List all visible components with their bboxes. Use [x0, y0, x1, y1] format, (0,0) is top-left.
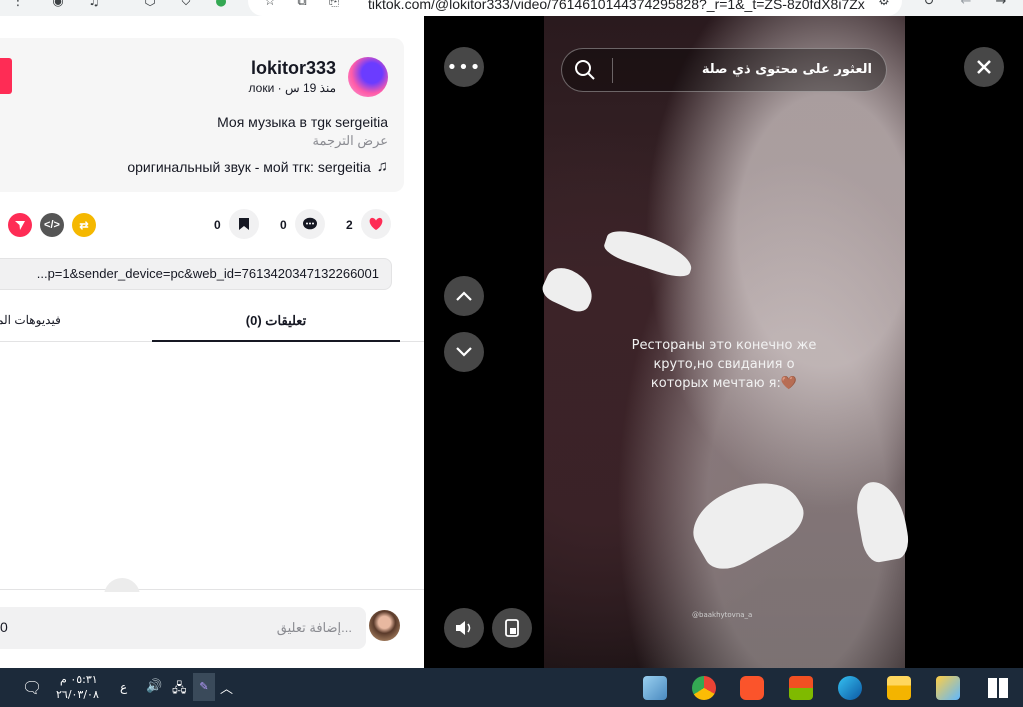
close-button[interactable]: [964, 47, 1004, 87]
forward-disabled-icon[interactable]: ←: [958, 0, 974, 10]
notifications-icon[interactable]: 🗨: [22, 678, 42, 697]
address-bar[interactable]: ☆ ⧉ ⎘ tiktok.com/@lokitor333/video/76146…: [248, 0, 902, 16]
caption-line: круто,но свидания о: [653, 357, 795, 372]
author-avatar[interactable]: [348, 57, 388, 97]
video-watermark: @baakhytovna_a: [692, 611, 753, 619]
app-icon-notes[interactable]: [643, 676, 667, 700]
sound-link[interactable]: оригинальный звук - мой тгк: sergeitia ♫: [127, 158, 388, 175]
clock-time[interactable]: ٠٥:٣١ م: [60, 673, 98, 686]
store-icon[interactable]: [789, 676, 813, 700]
like-button[interactable]: [361, 209, 391, 239]
search-icon: [575, 60, 595, 80]
tab-bar: فيديوهات المبدع (0) تعليقات: [0, 306, 424, 342]
previous-video-button[interactable]: [444, 276, 484, 316]
save-count: 0: [214, 218, 221, 232]
edge-icon[interactable]: [838, 676, 862, 700]
input-language[interactable]: ع: [120, 680, 127, 694]
file-explorer-icon[interactable]: [887, 676, 911, 700]
video-shoe-shape: [681, 463, 813, 579]
app-icon-game[interactable]: [936, 676, 960, 700]
see-translation-link[interactable]: عرض الترجمة: [313, 133, 388, 149]
shield-icon[interactable]: ⛉: [178, 0, 194, 10]
author-username[interactable]: lokitor333: [251, 58, 336, 79]
speaker-icon: [456, 621, 471, 635]
extensions-icon[interactable]: ⬡: [142, 0, 158, 10]
more-icon: •••: [446, 56, 482, 78]
author-meta: локи · منذ 19 س: [248, 81, 336, 95]
caption-line: Рестораны это конечно же: [631, 338, 817, 353]
menu-icon[interactable]: ⋮: [10, 0, 26, 10]
music-note-icon: ♫: [376, 158, 388, 175]
clock-date[interactable]: ٢٦/٠٣/٠٨: [56, 688, 99, 701]
user-avatar[interactable]: [369, 610, 400, 641]
star-icon[interactable]: ☆: [262, 0, 278, 10]
chrome-icon[interactable]: [692, 676, 716, 700]
bookmark-button[interactable]: [229, 209, 259, 239]
heart-icon: [369, 217, 383, 230]
tab-creator-videos[interactable]: فيديوهات المبدع: [0, 313, 61, 327]
browser-toolbar: ⋮ ◉ ♫ ⬡ ⛉ ● ☆ ⧉ ⎘ tiktok.com/@lokitor333…: [0, 0, 1023, 16]
caption-line: которых мечтаю я:🤎: [650, 376, 798, 391]
video-player-panel: Рестораны это конечно же круто,но свидан…: [424, 16, 1023, 668]
comment-count: 0: [280, 218, 287, 232]
send-icon[interactable]: [8, 213, 32, 237]
video-shoe-shape: [538, 262, 600, 316]
post-info-panel: lokitor333 локи · منذ 19 س Моя музыка в …: [0, 16, 424, 668]
show-hidden-icons[interactable]: ︿: [220, 678, 233, 697]
close-icon: [977, 60, 991, 74]
forward-icon[interactable]: →: [993, 0, 1009, 10]
comment-composer: 0 إضافة تعليق...: [0, 578, 424, 668]
os-taskbar: 🗨 ٠٥:٣١ م ٢٦/٠٣/٠٨ ع 🔊 🖧 ✎ ︿: [0, 668, 1023, 707]
location-icon[interactable]: ●: [213, 0, 229, 10]
network-icon[interactable]: 🖧: [172, 679, 187, 701]
related-search-bar[interactable]: العثور على محتوى ذي صلة: [561, 48, 887, 92]
copy-link-field[interactable]: ...p=1&sender_device=pc&web_id=761342034…: [0, 258, 392, 290]
comment-placeholder: إضافة تعليق...: [276, 620, 352, 635]
post-description: Моя музыка в тgк sergeitia: [217, 114, 388, 130]
url-text: tiktok.com/@lokitor333/video/76146101443…: [368, 0, 865, 12]
floating-player-button[interactable]: [492, 608, 532, 648]
like-count: 2: [346, 218, 353, 232]
comment-char-counter: 0: [0, 619, 8, 635]
comment-button[interactable]: [295, 209, 325, 239]
sound-title: оригинальный звук - мой тгк: sergeitia: [127, 158, 371, 175]
pip-icon: [505, 619, 519, 637]
volume-button[interactable]: [444, 608, 484, 648]
profile-icon[interactable]: ◉: [50, 0, 66, 10]
comment-input[interactable]: 0 إضافة تعليق...: [0, 607, 366, 649]
reload-icon[interactable]: ↻: [921, 0, 937, 10]
search-placeholder: العثور على محتوى ذي صلة: [701, 62, 872, 77]
translate-page-icon[interactable]: ⎘: [326, 0, 342, 10]
media-icon[interactable]: ♫: [86, 0, 102, 10]
volume-icon[interactable]: 🔊: [146, 679, 162, 694]
chevron-down-icon: [456, 347, 472, 357]
video-shoe-shape: [852, 477, 912, 565]
more-options-button[interactable]: •••: [444, 47, 484, 87]
install-icon[interactable]: ⧉: [294, 0, 310, 10]
embed-icon[interactable]: </>: [40, 213, 64, 237]
brave-icon[interactable]: [740, 676, 764, 700]
bookmark-icon: [239, 218, 249, 230]
repost-icon[interactable]: ⇄: [72, 213, 96, 237]
site-settings-icon[interactable]: ⚙: [876, 0, 892, 10]
next-video-button[interactable]: [444, 332, 484, 372]
comment-icon: [303, 217, 317, 230]
faded-icons: [104, 578, 184, 592]
pen-icon[interactable]: ✎: [193, 673, 215, 701]
search-divider: [612, 58, 613, 83]
windows-start-icon[interactable]: [988, 678, 1008, 698]
follow-button[interactable]: [0, 58, 12, 94]
video-caption: Рестораны это конечно же круто,но свидан…: [614, 336, 834, 393]
chevron-up-icon: [456, 291, 472, 301]
video-frame[interactable]: Рестораны это конечно же круто,но свидан…: [538, 16, 912, 668]
video-shoe-shape: [601, 224, 697, 282]
tab-comments[interactable]: (0) تعليقات: [152, 306, 400, 342]
